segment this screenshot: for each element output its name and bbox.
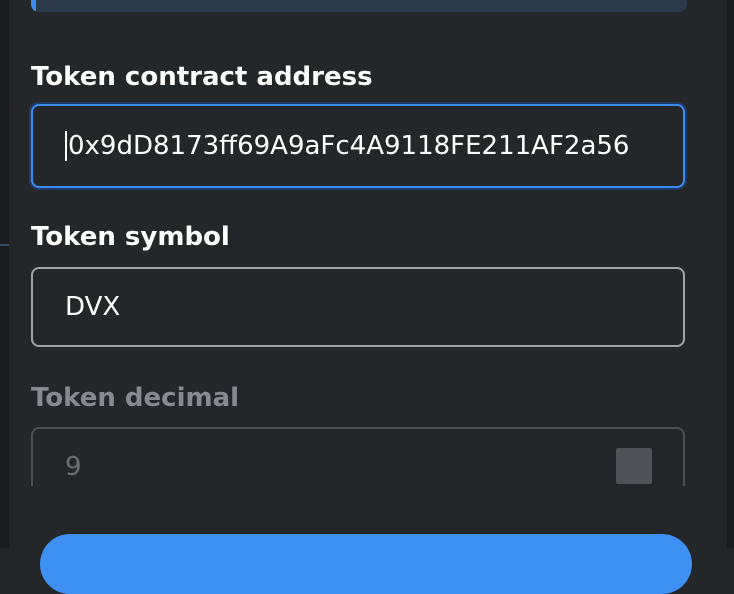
info-banner bbox=[31, 0, 687, 12]
contract-address-field[interactable]: 0x9dD8173ff69A9aFc4A9118FE211AF2a56 bbox=[31, 104, 685, 188]
contract-address-value: 0x9dD8173ff69A9aFc4A9118FE211AF2a56 bbox=[68, 131, 630, 161]
background-divider bbox=[0, 244, 9, 246]
symbol-value: DVX bbox=[65, 292, 121, 322]
decimal-value: 9 bbox=[65, 451, 82, 482]
background-page-left bbox=[0, 0, 9, 548]
symbol-field[interactable]: DVX bbox=[31, 267, 685, 347]
contract-address-label: Token contract address bbox=[31, 62, 373, 92]
text-caret bbox=[65, 131, 67, 161]
decimal-stepper bbox=[616, 448, 652, 484]
decimal-label: Token decimal bbox=[31, 383, 240, 413]
decimal-field: 9 bbox=[31, 427, 685, 486]
info-banner-accent bbox=[31, 0, 36, 12]
decimal-input: 9 bbox=[65, 429, 651, 504]
background-page-right bbox=[727, 0, 734, 548]
symbol-input[interactable]: DVX bbox=[65, 269, 651, 345]
symbol-label: Token symbol bbox=[31, 222, 230, 252]
submit-button[interactable] bbox=[40, 534, 692, 594]
contract-address-input[interactable]: 0x9dD8173ff69A9aFc4A9118FE211AF2a56 bbox=[65, 106, 651, 186]
